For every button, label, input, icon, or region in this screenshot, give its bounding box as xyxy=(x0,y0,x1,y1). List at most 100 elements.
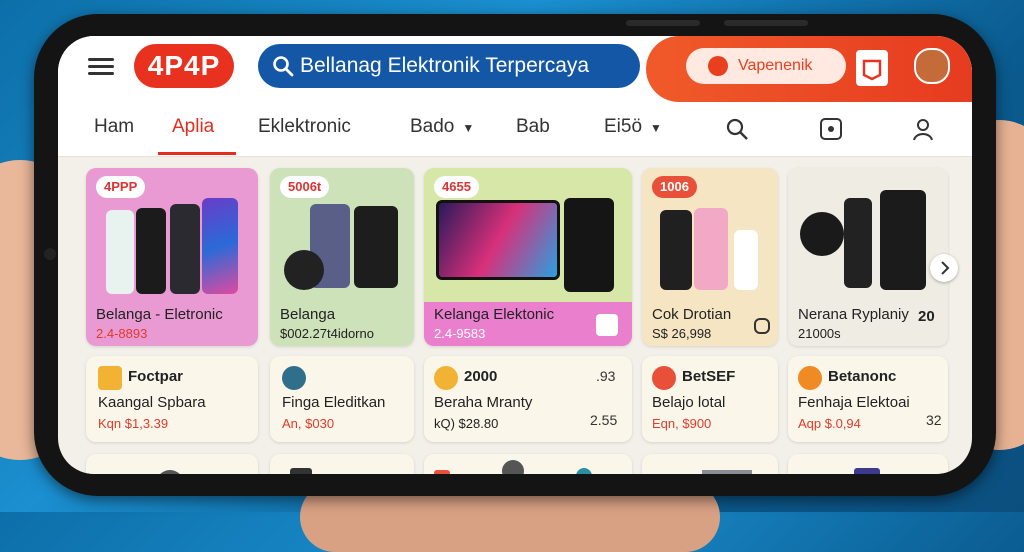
tab-ei5o[interactable]: Ei5ö ▼ xyxy=(604,116,662,138)
item-icon xyxy=(290,468,312,474)
product-badge: 1006 xyxy=(652,176,697,198)
phone-image xyxy=(106,210,134,294)
item-image xyxy=(702,470,752,474)
list-item[interactable] xyxy=(642,454,778,474)
store-price: An, $030 xyxy=(282,416,335,431)
store-subtitle: Fenhaja Elektoai xyxy=(798,394,910,411)
store-icon xyxy=(98,366,122,390)
top-bar: 4P4P Bellanag Elektronik Terpercaya Vape… xyxy=(58,36,972,102)
cart-icon[interactable] xyxy=(596,314,618,336)
item-icon xyxy=(854,468,880,474)
list-item[interactable] xyxy=(270,454,414,474)
product-badge: 4655 xyxy=(434,176,479,198)
search-icon[interactable] xyxy=(724,116,750,142)
list-item[interactable] xyxy=(788,454,948,474)
tab-bado-label: Bado xyxy=(410,116,455,137)
store-subtitle: Belajo lotal xyxy=(652,394,726,411)
item-icon xyxy=(434,470,450,474)
product-title: Belanga - Eletronic xyxy=(96,306,223,323)
store-number: .93 xyxy=(596,368,616,384)
phone-image xyxy=(170,204,200,294)
product-card[interactable]: Nerana Ryplaniy 21000s 20 xyxy=(788,168,948,346)
product-badge: 5006t xyxy=(280,176,330,198)
store-title: Betanonc xyxy=(828,368,897,385)
store-subtitle: Finga Eleditkan xyxy=(282,394,386,411)
store-card[interactable]: Finga Eleditkan An, $030 xyxy=(270,356,414,442)
phone-image xyxy=(136,208,166,294)
store-card[interactable]: Betanonc Fenhaja Elektoai Aqp $.0,94 32 xyxy=(788,356,948,442)
scan-icon[interactable] xyxy=(818,116,844,142)
tab-aplia[interactable]: Aplia xyxy=(172,116,214,138)
promo-label: Vapenenik xyxy=(738,57,813,74)
product-price: 2.4-8893 xyxy=(96,326,148,341)
phone-image xyxy=(202,198,238,294)
tab-ham[interactable]: Ham xyxy=(94,116,134,138)
product-extra: 20 xyxy=(918,308,935,325)
store-number: 32 xyxy=(926,412,942,428)
store-price: Eqn, $900 xyxy=(652,416,712,431)
chevron-down-icon: ▼ xyxy=(650,121,662,135)
side-button xyxy=(626,20,700,26)
product-badge: 4PPP xyxy=(96,176,146,198)
more-icon[interactable] xyxy=(754,318,770,334)
app-logo[interactable]: 4P4P xyxy=(134,44,234,88)
bag-icon[interactable] xyxy=(856,50,888,86)
speaker-image xyxy=(844,198,872,288)
product-card[interactable]: 4PPP Belanga - Eletronic 2.4-8893 xyxy=(86,168,258,346)
store-card[interactable]: Foctpar Kaangal Spbara Kqn $1,3.39 xyxy=(86,356,258,442)
chevron-down-icon: ▼ xyxy=(462,121,475,135)
store-price: Aqp $.0,94 xyxy=(798,416,861,431)
store-icon xyxy=(798,366,822,390)
app-screen: 4P4P Bellanag Elektronik Terpercaya Vape… xyxy=(58,36,972,474)
carousel-next-button[interactable] xyxy=(930,254,958,282)
item-icon xyxy=(156,470,184,474)
promo-icon xyxy=(708,56,728,76)
product-card[interactable]: 1006 Cok Drotian S$ 26,998 xyxy=(642,168,778,346)
search-text: Bellanag Elektronik Terpercaya xyxy=(300,54,590,77)
menu-icon[interactable] xyxy=(88,54,114,76)
list-item[interactable] xyxy=(424,454,632,474)
search-icon xyxy=(273,56,294,77)
side-button xyxy=(724,20,808,26)
camera-lens-image xyxy=(284,250,324,290)
pc-tower-image xyxy=(564,198,614,292)
search-input[interactable]: Bellanag Elektronik Terpercaya xyxy=(258,44,640,88)
product-title: Belanga xyxy=(280,306,336,323)
phone-frame: 4P4P Bellanag Elektronik Terpercaya Vape… xyxy=(34,14,996,496)
store-subtitle: Kaangal Spbara xyxy=(98,394,206,411)
speaker-image xyxy=(800,212,844,256)
avatar[interactable] xyxy=(914,48,950,84)
store-card[interactable]: 2000 .93 Beraha Mranty kQ) $28.80 2.55 xyxy=(424,356,632,442)
list-item[interactable] xyxy=(86,454,258,474)
promo-button[interactable]: Vapenenik xyxy=(686,48,846,84)
phone-image xyxy=(694,208,728,290)
tv-image xyxy=(436,200,560,280)
check-icon xyxy=(502,460,524,474)
product-price: 21000s xyxy=(798,326,841,341)
tab-bab[interactable]: Bab xyxy=(516,116,550,138)
store-icon xyxy=(282,366,306,390)
tab-eklektronic[interactable]: Eklektronic xyxy=(258,116,351,138)
product-price: S$ 26,998 xyxy=(652,326,712,341)
user-icon[interactable] xyxy=(910,116,936,142)
store-subtitle: Beraha Mranty xyxy=(434,394,533,411)
product-title: Nerana Ryplaniy xyxy=(798,306,909,323)
tab-ei5o-label: Ei5ö xyxy=(604,116,643,137)
store-icon xyxy=(434,366,458,390)
store-title: 2000 xyxy=(464,368,498,385)
tab-bado[interactable]: Bado ▼ xyxy=(410,116,474,138)
speaker-image xyxy=(880,190,926,290)
category-tabs: Ham Aplia Eklektronic Bado ▼ Bab Ei5ö ▼ xyxy=(58,102,972,157)
store-title: Foctpar xyxy=(128,368,184,385)
item-icon xyxy=(576,468,592,474)
front-camera xyxy=(44,248,56,260)
store-price: Kqn $1,3.39 xyxy=(98,416,169,431)
store-icon xyxy=(652,366,676,390)
tablet-image xyxy=(354,206,398,288)
active-tab-indicator xyxy=(158,152,236,155)
store-title: BetSEF xyxy=(682,368,736,385)
store-card[interactable]: BetSEF Belajo lotal Eqn, $900 xyxy=(642,356,778,442)
store-price: kQ) $28.80 xyxy=(434,416,499,431)
product-card[interactable]: 4655 Kelanga Elektonic 2.4-9583 xyxy=(424,168,632,346)
product-card[interactable]: 5006t Belanga $002.27t4idorno xyxy=(270,168,414,346)
